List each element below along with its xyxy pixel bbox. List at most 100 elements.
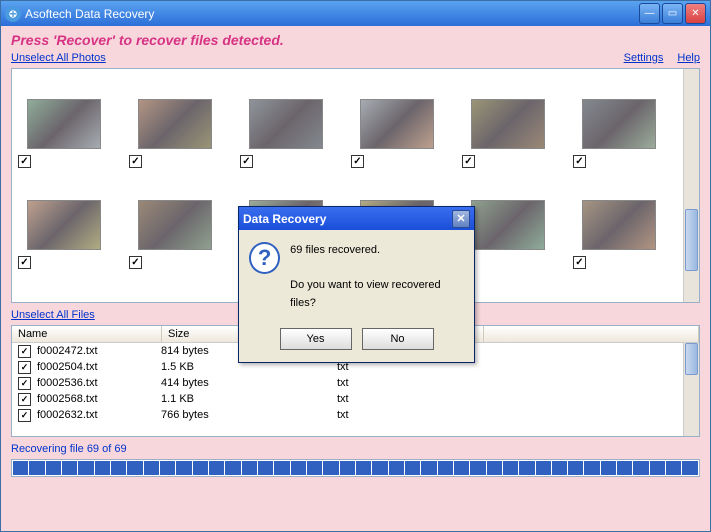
file-checkbox[interactable] xyxy=(18,345,31,358)
progress-segment xyxy=(307,461,322,475)
main-window: + Asoftech Data Recovery — ▭ ✕ Press 'Re… xyxy=(0,0,711,532)
dialog-buttons: Yes No xyxy=(239,322,474,362)
progress-segment xyxy=(682,461,697,475)
file-name: f0002472.txt xyxy=(35,345,161,357)
progress-segment xyxy=(13,461,28,475)
photo-item[interactable] xyxy=(349,73,444,168)
dialog-text: 69 files recovered. Do you want to view … xyxy=(290,242,464,312)
files-scrollbar[interactable] xyxy=(683,343,699,436)
file-size: 414 bytes xyxy=(161,377,337,389)
file-checkbox[interactable] xyxy=(18,377,31,390)
progress-segment xyxy=(78,461,93,475)
photo-item[interactable] xyxy=(127,174,222,269)
progress-segment xyxy=(584,461,599,475)
photo-thumbnail[interactable] xyxy=(582,99,656,149)
progress-segment xyxy=(405,461,420,475)
dialog-titlebar: Data Recovery ✕ xyxy=(239,207,474,230)
file-checkbox[interactable] xyxy=(18,393,31,406)
help-link[interactable]: Help xyxy=(677,52,700,64)
maximize-button[interactable]: ▭ xyxy=(662,3,683,24)
photo-checkbox[interactable] xyxy=(129,256,142,269)
progress-segment xyxy=(111,461,126,475)
progress-segment xyxy=(242,461,257,475)
settings-link[interactable]: Settings xyxy=(624,52,664,64)
progress-segment xyxy=(666,461,681,475)
photo-checkbox[interactable] xyxy=(18,155,31,168)
close-button[interactable]: ✕ xyxy=(685,3,706,24)
file-checkbox[interactable] xyxy=(18,409,31,422)
photo-checkbox[interactable] xyxy=(573,256,586,269)
progress-segment xyxy=(421,461,436,475)
photo-checkbox[interactable] xyxy=(240,155,253,168)
progress-segment xyxy=(225,461,240,475)
progress-segment xyxy=(601,461,616,475)
file-checkbox[interactable] xyxy=(18,361,31,374)
photo-checkbox[interactable] xyxy=(18,256,31,269)
progress-segment xyxy=(62,461,77,475)
photo-checkbox[interactable] xyxy=(462,155,475,168)
unselect-files-link[interactable]: Unselect All Files xyxy=(11,309,95,321)
unselect-photos-link[interactable]: Unselect All Photos xyxy=(11,52,106,64)
dialog-line1: 69 files recovered. xyxy=(290,242,464,260)
table-row[interactable]: f0002536.txt414 bytestxt xyxy=(12,375,699,391)
progress-segment xyxy=(95,461,110,475)
photo-thumbnail[interactable] xyxy=(138,200,212,250)
photo-item[interactable] xyxy=(16,275,111,303)
photo-thumbnail[interactable] xyxy=(582,200,656,250)
photo-checkbox[interactable] xyxy=(351,155,364,168)
file-ext: txt xyxy=(337,393,483,405)
progress-bar xyxy=(11,459,700,477)
photo-item[interactable] xyxy=(460,73,555,168)
photo-thumbnail[interactable] xyxy=(27,200,101,250)
app-icon: + xyxy=(5,6,21,22)
progress-segment xyxy=(291,461,306,475)
progress-segment xyxy=(454,461,469,475)
col-name[interactable]: Name xyxy=(12,326,162,342)
photos-scrollbar[interactable] xyxy=(683,69,699,302)
file-name: f0002568.txt xyxy=(35,393,161,405)
photo-item[interactable] xyxy=(571,73,666,168)
progress-segment xyxy=(46,461,61,475)
photo-item[interactable] xyxy=(16,73,111,168)
photo-thumbnail[interactable] xyxy=(249,99,323,149)
dialog-body: ? 69 files recovered. Do you want to vie… xyxy=(239,230,474,322)
progress-segment xyxy=(193,461,208,475)
progress-segment xyxy=(519,461,534,475)
progress-segment xyxy=(372,461,387,475)
file-ext: txt xyxy=(337,409,483,421)
yes-button[interactable]: Yes xyxy=(280,328,352,350)
progress-segment xyxy=(29,461,44,475)
photo-thumbnail[interactable] xyxy=(138,99,212,149)
photo-thumbnail[interactable] xyxy=(471,99,545,149)
dialog-close-button[interactable]: ✕ xyxy=(452,210,470,228)
progress-segment xyxy=(650,461,665,475)
progress-segment xyxy=(438,461,453,475)
photo-thumbnail[interactable] xyxy=(471,200,545,250)
instruction-text: Press 'Recover' to recover files detecte… xyxy=(11,32,700,48)
no-button[interactable]: No xyxy=(362,328,434,350)
progress-segment xyxy=(127,461,142,475)
file-size: 1.1 KB xyxy=(161,393,337,405)
photo-checkbox[interactable] xyxy=(573,155,586,168)
photo-item[interactable] xyxy=(571,174,666,269)
question-icon: ? xyxy=(249,242,280,274)
progress-segment xyxy=(160,461,175,475)
table-row[interactable]: f0002568.txt1.1 KBtxt xyxy=(12,391,699,407)
recovery-dialog: Data Recovery ✕ ? 69 files recovered. Do… xyxy=(238,206,475,363)
photo-thumbnail[interactable] xyxy=(27,99,101,149)
photo-thumbnail[interactable] xyxy=(360,99,434,149)
photo-checkbox[interactable] xyxy=(129,155,142,168)
file-name: f0002632.txt xyxy=(35,409,161,421)
progress-segment xyxy=(323,461,338,475)
photo-item[interactable] xyxy=(16,174,111,269)
col-spacer xyxy=(484,326,699,342)
photo-item[interactable] xyxy=(238,73,333,168)
photo-item[interactable] xyxy=(127,73,222,168)
progress-segment xyxy=(470,461,485,475)
table-row[interactable]: f0002632.txt766 bytestxt xyxy=(12,407,699,423)
minimize-button[interactable]: — xyxy=(639,3,660,24)
top-links: Settings Help xyxy=(624,52,700,64)
progress-segment xyxy=(389,461,404,475)
progress-segment xyxy=(487,461,502,475)
photos-toolbar: Unselect All Photos Settings Help xyxy=(11,52,700,64)
